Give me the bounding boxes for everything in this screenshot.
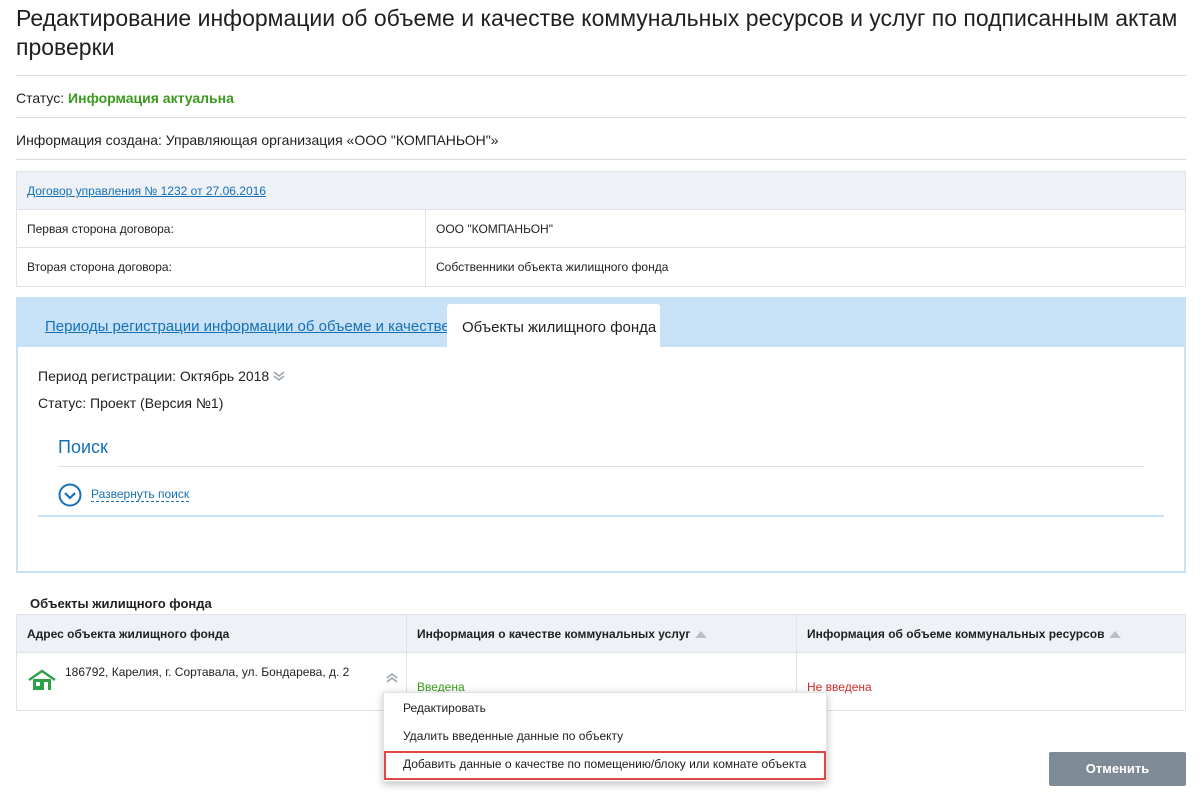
tab-periods[interactable]: Периоды регистрации информации об объеме… bbox=[45, 318, 450, 335]
divider bbox=[16, 117, 1186, 118]
contract-header: Договор управления № 1232 от 27.06.2016 bbox=[17, 172, 1185, 210]
volume-cell: Не введена bbox=[796, 653, 1185, 710]
page-title: Редактирование информации об объеме и ка… bbox=[16, 5, 1178, 60]
status-line: Статус: Информация актуальна bbox=[16, 90, 234, 106]
divider bbox=[16, 75, 1186, 76]
menu-item-delete-data[interactable]: Удалить введенные данные по объекту bbox=[403, 729, 623, 743]
status-label: Статус: bbox=[16, 90, 69, 106]
registration-period-text: Период регистрации: Октябрь 2018 bbox=[38, 368, 270, 384]
chevron-double-down-icon[interactable] bbox=[273, 369, 285, 385]
expand-circle-icon[interactable] bbox=[58, 483, 82, 507]
column-header-volume-label: Информация об объеме коммунальных ресурс… bbox=[807, 627, 1105, 641]
menu-item-edit[interactable]: Редактировать bbox=[403, 701, 486, 715]
contract-second-party-value: Собственники объекта жилищного фонда bbox=[436, 260, 669, 274]
version-status: Статус: Проект (Версия №1) bbox=[38, 395, 224, 411]
menu-item-add-quality-data[interactable]: Добавить данные о качестве по помещению/… bbox=[403, 757, 806, 771]
contract-row: Первая сторона договора: ООО "КОМПАНЬОН" bbox=[17, 210, 1185, 248]
objects-section-title: Объекты жилищного фонда bbox=[30, 596, 212, 611]
contract-second-party-label: Вторая сторона договора: bbox=[17, 248, 426, 286]
expand-search-link[interactable]: Развернуть поиск bbox=[91, 487, 190, 502]
column-header-volume[interactable]: Информация об объеме коммунальных ресурс… bbox=[796, 615, 1185, 652]
tab-objects[interactable]: Объекты жилищного фонда bbox=[447, 304, 660, 347]
context-menu: Редактировать Удалить введенные данные п… bbox=[383, 692, 827, 782]
search-title: Поиск bbox=[58, 437, 108, 457]
house-icon bbox=[27, 669, 57, 691]
column-header-quality-label: Информация о качестве коммунальных услуг bbox=[417, 627, 691, 641]
sort-up-icon[interactable] bbox=[1109, 631, 1122, 639]
tabs-panel: Периоды регистрации информации об объеме… bbox=[16, 297, 1186, 573]
column-header-address: Адрес объекта жилищного фонда bbox=[27, 627, 230, 641]
address-text: 186792, Карелия, г. Сортавала, ул. Бонда… bbox=[65, 665, 350, 679]
divider bbox=[38, 515, 1164, 517]
sort-up-icon[interactable] bbox=[695, 631, 708, 639]
divider bbox=[16, 159, 1186, 160]
cancel-button[interactable]: Отменить bbox=[1049, 752, 1186, 786]
contract-first-party-value: ООО "КОМПАНЬОН" bbox=[436, 222, 553, 236]
tab-content: Период регистрации: Октябрь 2018 Статус:… bbox=[18, 347, 1184, 571]
address-cell: 186792, Карелия, г. Сортавала, ул. Бонда… bbox=[17, 653, 406, 710]
contract-row: Вторая сторона договора: Собственники об… bbox=[17, 248, 1185, 286]
column-header-quality[interactable]: Информация о качестве коммунальных услуг bbox=[406, 615, 796, 652]
contract-first-party-label: Первая сторона договора: bbox=[17, 210, 426, 247]
table-header: Адрес объекта жилищного фонда Информация… bbox=[17, 615, 1185, 653]
chevron-double-up-icon[interactable] bbox=[386, 672, 398, 687]
registration-period[interactable]: Период регистрации: Октябрь 2018 bbox=[38, 368, 285, 385]
contract-link[interactable]: Договор управления № 1232 от 27.06.2016 bbox=[27, 184, 266, 198]
created-info: Информация создана: Управляющая организа… bbox=[16, 132, 499, 148]
status-value: Информация актуальна bbox=[68, 90, 234, 106]
contract-table: Договор управления № 1232 от 27.06.2016 … bbox=[16, 171, 1186, 287]
divider bbox=[58, 466, 1144, 467]
